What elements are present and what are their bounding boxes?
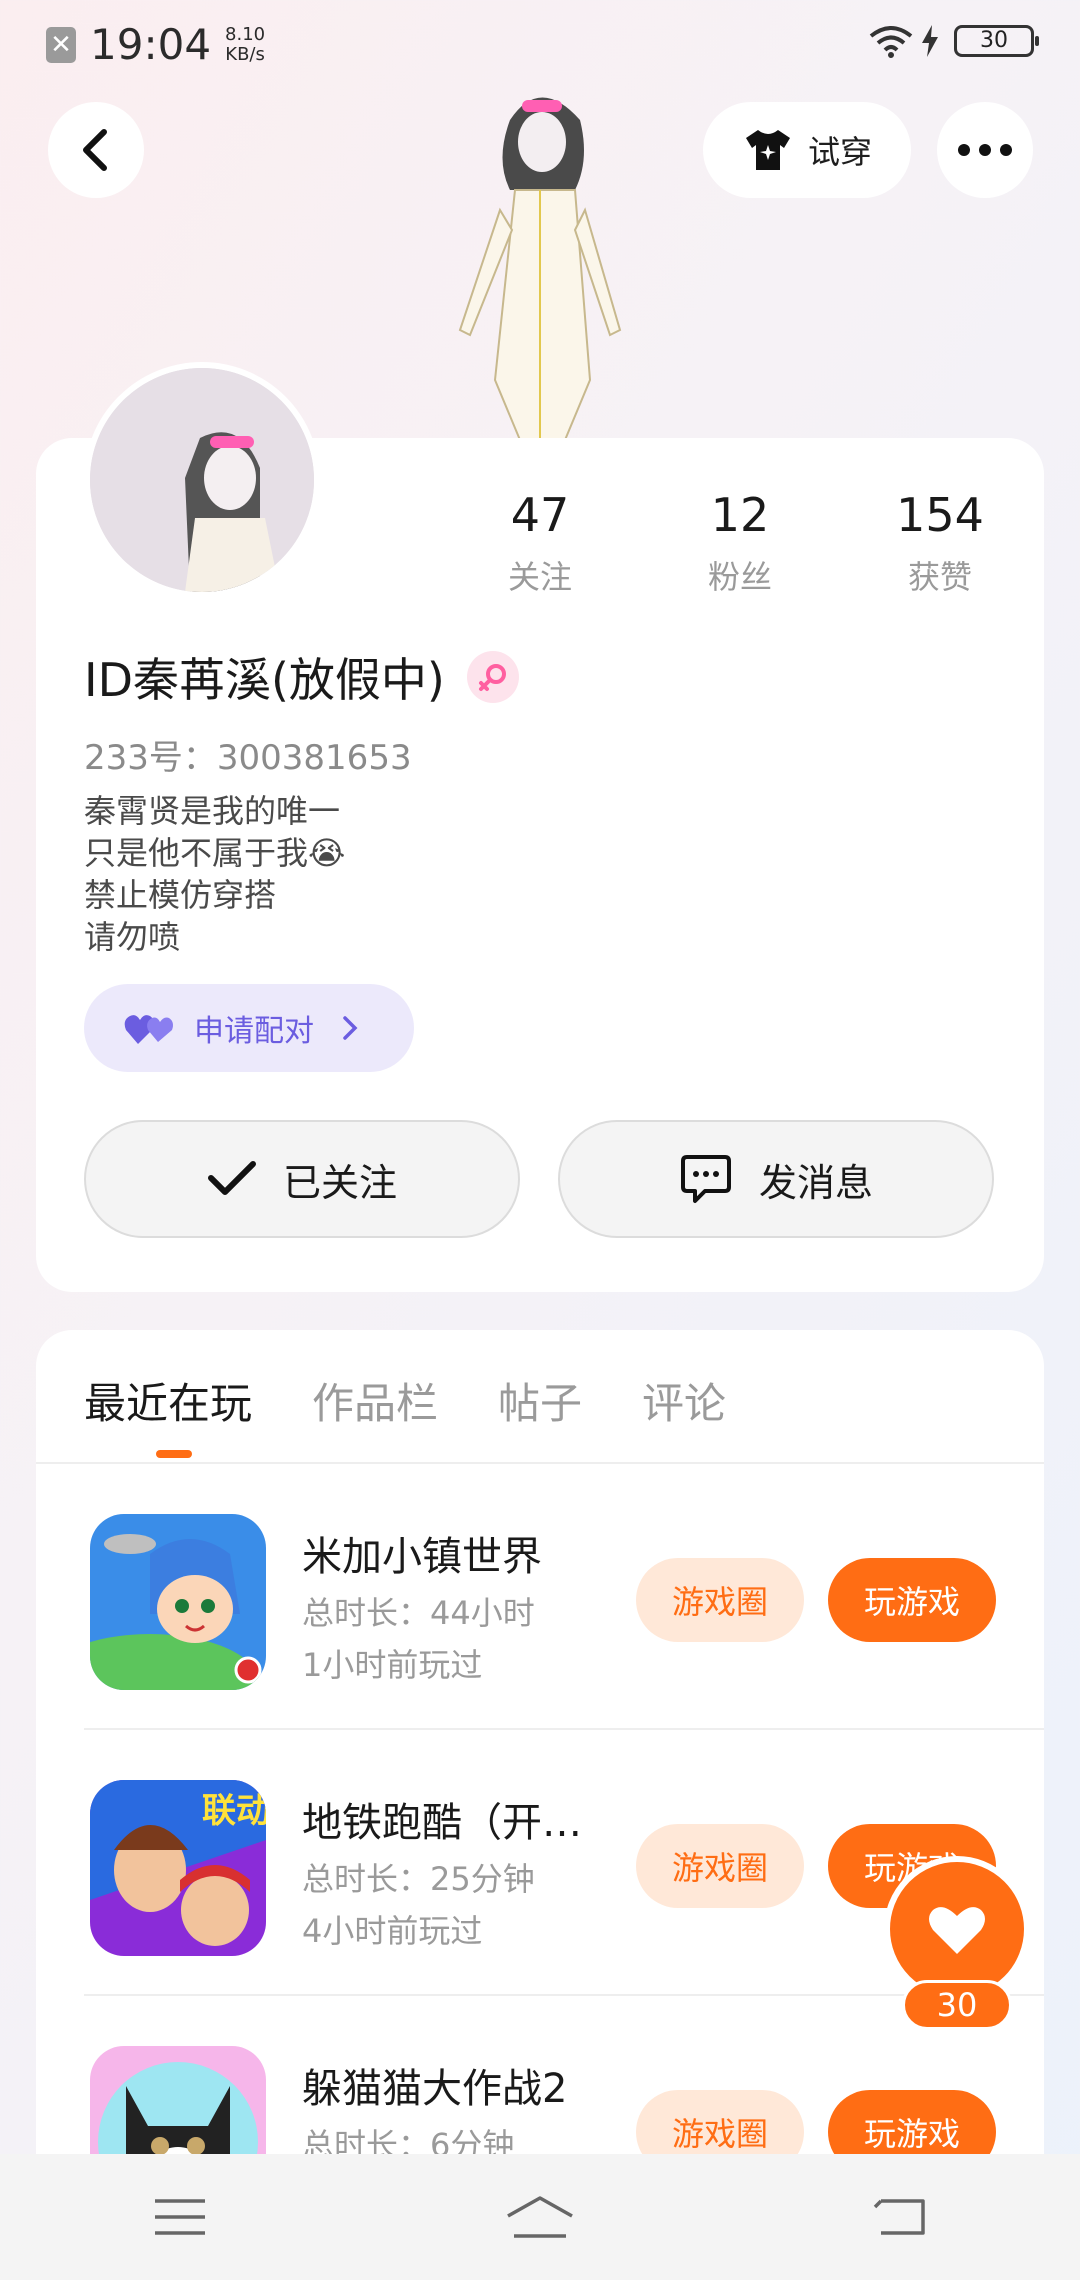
profile-stats: 47 关注 12 粉丝 154 获赞 xyxy=(440,488,1040,598)
status-left: ✕ 19:04 8.10 KB/s xyxy=(46,20,265,69)
home-icon xyxy=(507,2196,573,2238)
notification-icon: ✕ xyxy=(46,26,76,63)
stat-followers[interactable]: 12 粉丝 xyxy=(640,488,840,598)
wifi-icon xyxy=(869,26,913,58)
stat-following[interactable]: 47 关注 xyxy=(440,488,640,598)
tab-works[interactable]: 作品栏 xyxy=(312,1368,438,1431)
tshirt-icon xyxy=(745,130,790,170)
charging-icon xyxy=(922,25,938,57)
speed-value: 8.10 xyxy=(225,23,266,45)
try-on-label: 试穿 xyxy=(807,133,872,171)
nav-home-button[interactable] xyxy=(480,2177,600,2257)
nav-back-button[interactable] xyxy=(840,2177,960,2257)
game-last-played: 1小时前玩过 xyxy=(302,1646,483,1684)
chevron-left-icon xyxy=(83,129,107,171)
game-icon[interactable]: 联动 xyxy=(90,1780,266,1956)
bio-line: 只是他不属于我😭 xyxy=(84,834,346,872)
send-message-label: 发消息 xyxy=(758,1160,873,1205)
profile-tabs: 最近在玩 作品栏 帖子 评论 xyxy=(84,1368,726,1431)
system-nav-bar xyxy=(0,2154,1080,2280)
tab-recent-games[interactable]: 最近在玩 xyxy=(84,1368,252,1431)
battery-icon: 30 xyxy=(954,25,1039,57)
avatar[interactable] xyxy=(84,362,320,598)
try-on-button[interactable]: 试穿 xyxy=(703,102,911,198)
stat-likes[interactable]: 154 获赞 xyxy=(840,488,1040,598)
game-duration: 总时长：44小时 xyxy=(302,1594,535,1632)
like-count: 30 xyxy=(902,1980,1012,2030)
more-button[interactable] xyxy=(937,102,1033,198)
status-bar: ✕ 19:04 8.10 KB/s 30 xyxy=(0,0,1080,90)
request-pair-button[interactable]: 申请配对 xyxy=(84,984,414,1072)
bio-line: 请勿喷 xyxy=(84,918,181,956)
game-circle-button[interactable]: 游戏圈 xyxy=(636,1558,804,1642)
game-title: 躲猫猫大作战2 xyxy=(302,2066,568,2112)
bio-line: 禁止模仿穿搭 xyxy=(84,876,277,914)
game-title: 地铁跑酷（开… xyxy=(302,1800,582,1846)
bio-line: 秦霄贤是我的唯一 xyxy=(84,792,341,830)
game-duration: 总时长：25分钟 xyxy=(302,1860,535,1898)
network-speed: 8.10 KB/s xyxy=(225,23,266,65)
user-id: 233号：300381653 xyxy=(84,738,412,778)
avatar-portrait xyxy=(90,368,314,592)
stat-likes-value: 154 xyxy=(896,488,984,542)
play-game-button[interactable]: 玩游戏 xyxy=(828,1558,996,1642)
back-arrow-icon xyxy=(873,2199,925,2235)
speed-unit: KB/s xyxy=(225,43,265,65)
stat-likes-label: 获赞 xyxy=(907,558,972,596)
user-name: ID秦苒溪(放假中) xyxy=(84,653,445,707)
status-right: 30 xyxy=(868,24,1039,58)
stat-followers-value: 12 xyxy=(710,488,770,542)
game-icon-badge: 联动 xyxy=(202,1791,266,1831)
game-last-played: 4小时前玩过 xyxy=(302,1912,483,1950)
check-icon xyxy=(207,1161,256,1195)
status-time: 19:04 xyxy=(90,20,212,69)
send-message-button[interactable]: 发消息 xyxy=(558,1120,994,1238)
double-heart-icon xyxy=(124,1015,173,1044)
nav-menu-button[interactable] xyxy=(120,2177,240,2257)
request-pair-label: 申请配对 xyxy=(194,1014,314,1049)
stat-following-value: 47 xyxy=(510,488,570,542)
followed-button[interactable]: 已关注 xyxy=(84,1120,520,1238)
more-dots-icon xyxy=(958,144,1012,156)
followed-label: 已关注 xyxy=(282,1160,397,1205)
game-row[interactable]: 米加小镇世界 总时长：44小时 1小时前玩过 游戏圈 玩游戏 xyxy=(84,1464,1044,1730)
heart-icon xyxy=(929,1907,985,1954)
chat-bubble-icon xyxy=(680,1155,731,1203)
stat-following-label: 关注 xyxy=(507,558,572,596)
game-title: 米加小镇世界 xyxy=(302,1534,542,1580)
game-icon[interactable] xyxy=(90,1514,266,1690)
female-icon xyxy=(466,651,519,703)
chevron-right-icon xyxy=(343,1016,358,1040)
menu-icon xyxy=(155,2199,205,2235)
name-row: ID秦苒溪(放假中) xyxy=(84,644,519,710)
tab-posts[interactable]: 帖子 xyxy=(498,1368,582,1431)
back-button[interactable] xyxy=(48,102,144,198)
avatar-figure xyxy=(458,97,622,440)
stat-followers-label: 粉丝 xyxy=(707,558,772,596)
tab-indicator xyxy=(156,1450,192,1458)
bio: 秦霄贤是我的唯一 只是他不属于我😭 禁止模仿穿搭 请勿喷 xyxy=(84,790,345,958)
game-circle-button[interactable]: 游戏圈 xyxy=(636,1824,804,1908)
tab-comments[interactable]: 评论 xyxy=(642,1368,726,1431)
